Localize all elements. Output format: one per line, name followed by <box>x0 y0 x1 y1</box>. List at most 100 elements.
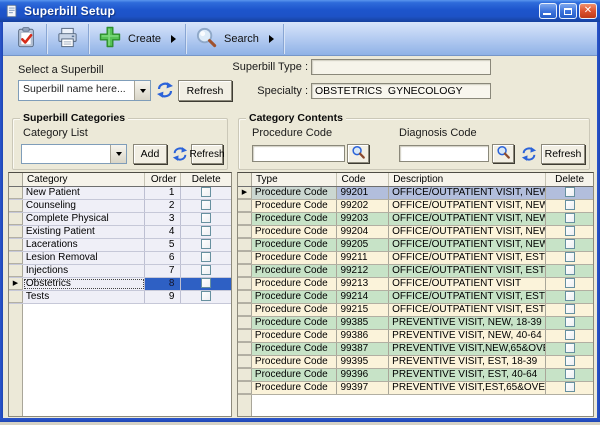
column-header-type[interactable]: Type <box>252 173 338 186</box>
content-row[interactable]: Procedure Code99211OFFICE/OUTPATIENT VIS… <box>238 252 593 265</box>
procedure-code-input[interactable] <box>252 145 345 162</box>
order-cell[interactable]: 6 <box>145 252 182 264</box>
code-cell[interactable]: 99386 <box>337 330 389 342</box>
create-button[interactable]: Create <box>90 24 184 54</box>
row-selector[interactable] <box>9 239 23 251</box>
order-cell[interactable]: 2 <box>145 200 182 212</box>
content-row[interactable]: Procedure Code99396PREVENTIVE VISIT, EST… <box>238 369 593 382</box>
row-selector current-row-icon[interactable]: ▶ <box>238 187 252 199</box>
row-selector[interactable] <box>9 265 23 277</box>
column-header-delete[interactable]: Delete <box>181 173 231 186</box>
row-selector[interactable] <box>238 317 252 329</box>
row-selector[interactable] <box>238 239 252 251</box>
code-cell[interactable]: 99201 <box>337 187 389 199</box>
code-cell[interactable]: 99212 <box>337 265 389 277</box>
code-cell[interactable]: 99204 <box>337 226 389 238</box>
order-cell[interactable]: 4 <box>145 226 182 238</box>
category-row[interactable]: Existing Patient4 <box>9 226 231 239</box>
content-row[interactable]: Procedure Code99203OFFICE/OUTPATIENT VIS… <box>238 213 593 226</box>
column-header-delete[interactable]: Delete <box>546 173 593 186</box>
delete-checkbox[interactable] <box>565 330 575 340</box>
chevron-down-icon[interactable] <box>110 145 126 163</box>
category-row[interactable]: Lesion Removal6 <box>9 252 231 265</box>
category-row[interactable]: Lacerations5 <box>9 239 231 252</box>
delete-checkbox[interactable] <box>565 187 575 197</box>
content-row[interactable]: Procedure Code99202OFFICE/OUTPATIENT VIS… <box>238 200 593 213</box>
type-cell[interactable]: Procedure Code <box>252 278 338 290</box>
minimize-button[interactable] <box>539 3 557 19</box>
delete-checkbox[interactable] <box>201 239 211 249</box>
delete-checkbox[interactable] <box>565 239 575 249</box>
code-cell[interactable]: 99214 <box>337 291 389 303</box>
row-selector[interactable] <box>238 252 252 264</box>
category-row[interactable]: ▶Obstetrics8 <box>9 278 231 291</box>
description-cell[interactable]: PREVENTIVE VISIT, NEW, 18-39 <box>389 317 546 329</box>
type-cell[interactable]: Procedure Code <box>252 252 338 264</box>
order-cell[interactable]: 9 <box>145 291 182 303</box>
code-cell[interactable]: 99213 <box>337 278 389 290</box>
category-cell[interactable]: Lacerations <box>23 239 145 251</box>
delete-checkbox[interactable] <box>565 369 575 379</box>
delete-checkbox[interactable] <box>565 252 575 262</box>
delete-checkbox[interactable] <box>565 213 575 223</box>
categories-refresh-button[interactable]: Refresh <box>191 144 223 164</box>
type-cell[interactable]: Procedure Code <box>252 239 338 251</box>
category-cell[interactable]: Injections <box>23 265 145 277</box>
delete-checkbox[interactable] <box>201 265 211 275</box>
description-cell[interactable]: PREVENTIVE VISIT, NEW, 40-64 <box>389 330 546 342</box>
code-cell[interactable]: 99215 <box>337 304 389 316</box>
content-row[interactable]: Procedure Code99387PREVENTIVE VISIT,NEW,… <box>238 343 593 356</box>
category-cell[interactable]: Obstetrics <box>23 278 145 290</box>
type-cell[interactable]: Procedure Code <box>252 200 338 212</box>
code-cell[interactable]: 99395 <box>337 356 389 368</box>
add-category-button[interactable]: Add <box>133 144 167 164</box>
content-row[interactable]: Procedure Code99204OFFICE/OUTPATIENT VIS… <box>238 226 593 239</box>
content-row[interactable]: Procedure Code99214OFFICE/OUTPATIENT VIS… <box>238 291 593 304</box>
delete-checkbox[interactable] <box>565 382 575 392</box>
title-bar[interactable]: Superbill Setup ✕ <box>0 0 600 22</box>
content-row[interactable]: Procedure Code99215OFFICE/OUTPATIENT VIS… <box>238 304 593 317</box>
category-cell[interactable]: New Patient <box>23 187 145 199</box>
type-cell[interactable]: Procedure Code <box>252 330 338 342</box>
create-menu-arrow-icon[interactable] <box>171 35 176 43</box>
code-cell[interactable]: 99202 <box>337 200 389 212</box>
delete-checkbox[interactable] <box>565 317 575 327</box>
row-selector[interactable] <box>9 291 23 303</box>
delete-checkbox[interactable] <box>201 200 211 210</box>
row-selector[interactable] <box>238 369 252 381</box>
description-cell[interactable]: OFFICE/OUTPATIENT VISIT, NEW <box>389 200 546 212</box>
superbill-type-field[interactable] <box>311 59 491 75</box>
column-header-category[interactable]: Category <box>23 173 145 186</box>
row-selector[interactable] <box>9 213 23 225</box>
search-menu-arrow-icon[interactable] <box>269 35 274 43</box>
category-row[interactable]: Tests9 <box>9 291 231 304</box>
description-cell[interactable]: OFFICE/OUTPATIENT VISIT, NEW <box>389 226 546 238</box>
maximize-button[interactable] <box>559 3 577 19</box>
row-selector[interactable] <box>9 200 23 212</box>
type-cell[interactable]: Procedure Code <box>252 304 338 316</box>
category-row[interactable]: New Patient1 <box>9 187 231 200</box>
column-header-code[interactable]: Code <box>337 173 389 186</box>
category-row[interactable]: Injections7 <box>9 265 231 278</box>
row-selector[interactable] <box>238 343 252 355</box>
content-row[interactable]: ▶Procedure Code99201OFFICE/OUTPATIENT VI… <box>238 187 593 200</box>
category-cell[interactable]: Lesion Removal <box>23 252 145 264</box>
type-cell[interactable]: Procedure Code <box>252 213 338 225</box>
order-cell[interactable]: 7 <box>145 265 182 277</box>
delete-checkbox[interactable] <box>565 304 575 314</box>
row-selector[interactable] <box>238 382 252 394</box>
description-cell[interactable]: PREVENTIVE VISIT, EST, 40-64 <box>389 369 546 381</box>
description-cell[interactable]: OFFICE/OUTPATIENT VISIT, NEW <box>389 239 546 251</box>
code-cell[interactable]: 99211 <box>337 252 389 264</box>
row-selector[interactable] <box>238 200 252 212</box>
chevron-down-icon[interactable] <box>134 81 150 100</box>
order-cell[interactable]: 1 <box>145 187 182 199</box>
row-selector[interactable] <box>9 252 23 264</box>
row-selector[interactable] <box>238 356 252 368</box>
content-row[interactable]: Procedure Code99395PREVENTIVE VISIT, EST… <box>238 356 593 369</box>
contents-refresh-button[interactable]: Refresh <box>541 144 585 164</box>
content-row[interactable]: Procedure Code99397PREVENTIVE VISIT,EST,… <box>238 382 593 395</box>
code-cell[interactable]: 99205 <box>337 239 389 251</box>
delete-checkbox[interactable] <box>565 226 575 236</box>
close-button[interactable]: ✕ <box>579 3 597 19</box>
